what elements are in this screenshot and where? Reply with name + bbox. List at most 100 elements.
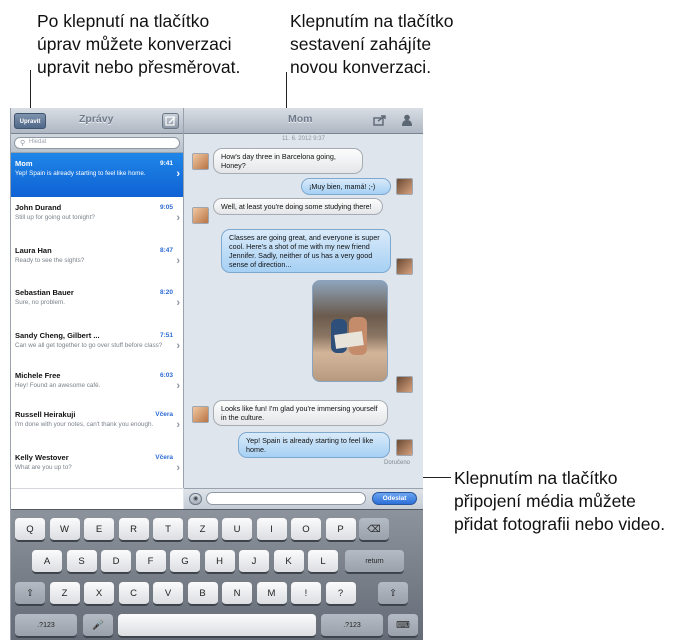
message-bubble: Well, at least you're doing some studyin…: [213, 198, 383, 215]
conversation-list-item[interactable]: Michele Free 6:03 Hey! Found an awesome ca…: [11, 365, 183, 405]
key-v[interactable]: V: [153, 582, 183, 605]
key-l[interactable]: L: [308, 550, 338, 573]
share-icon[interactable]: [373, 114, 387, 126]
key-e[interactable]: E: [84, 518, 114, 541]
compose-bar: ◉ Odeslat: [184, 488, 423, 509]
conversation-list-item[interactable]: Sandy Cheng, Gilbert ... 7:51 Can we all g…: [11, 325, 183, 366]
shift-key-right[interactable]: ⇧: [378, 582, 408, 605]
message-input[interactable]: [206, 492, 366, 505]
conversation-name: Michele Free: [15, 371, 61, 380]
key-o[interactable]: O: [291, 518, 321, 541]
conversation-preview: Yep! Spain is already starting to feel l…: [15, 170, 146, 177]
search-input[interactable]: ⚲ Hledat: [14, 137, 180, 149]
conversation-name: Sebastian Bauer: [15, 288, 74, 297]
chevron-right-icon: ›: [176, 212, 180, 224]
conversation-time: 6:03: [159, 372, 173, 379]
message-bubble: How's day three in Barcelona going, Hone…: [213, 148, 363, 174]
chevron-right-icon: ›: [176, 297, 180, 309]
numbers-key-left[interactable]: .?123: [15, 614, 77, 637]
key-r[interactable]: R: [118, 518, 149, 541]
conversation-preview: What are you up to?: [15, 464, 72, 471]
avatar-me: [396, 258, 413, 275]
key-b[interactable]: B: [187, 582, 218, 605]
delivered-status: Doručeno: [384, 460, 411, 466]
conversation-preview: I'm done with your notes, can't thank yo…: [15, 421, 154, 428]
conversation-list-item[interactable]: Sebastian Bauer 8:20 Sure, no problem. ›: [11, 282, 183, 326]
conversation-list-item[interactable]: Kelly Westover Včera What are you up to? ›: [11, 447, 183, 487]
edit-callout: Po klepnutí na tlačítko úprav můžete kon…: [37, 11, 241, 77]
conversation-preview: Still up for going out tonight?: [15, 214, 95, 221]
search-placeholder: Hledat: [29, 139, 47, 145]
key-u[interactable]: U: [222, 518, 252, 541]
conversation-time: 8:20: [159, 289, 173, 296]
chevron-right-icon: ›: [176, 340, 180, 352]
conversation-list-panel: Upravit Zprávy ⚲ Hledat Mom 9:41 Yep! Spai…: [11, 108, 184, 488]
chevron-right-icon: ›: [176, 462, 180, 474]
list-title: Zprávy: [79, 113, 114, 125]
conversation-time: 9:05: [159, 204, 173, 211]
key-i[interactable]: I: [256, 518, 287, 541]
contact-icon[interactable]: [401, 114, 413, 126]
key-m[interactable]: M: [256, 582, 287, 605]
conversation-name: Sandy Cheng, Gilbert ...: [15, 331, 100, 340]
avatar-mom: [192, 406, 209, 423]
conversation-time: 7:51: [159, 332, 173, 339]
conversation-name: Mom: [15, 159, 33, 168]
key-question[interactable]: ?: [325, 582, 356, 605]
key-s[interactable]: S: [66, 550, 97, 573]
camera-icon: ◉: [193, 496, 199, 502]
conversation-preview: Sure, no problem.: [15, 299, 66, 306]
key-k[interactable]: K: [273, 550, 304, 573]
conversation-list-item[interactable]: Russell Heirakuji Včera I'm done with your…: [11, 404, 183, 448]
conversation-preview: Can we all get together to go over stuff…: [15, 342, 163, 349]
edit-button[interactable]: Upravit: [14, 113, 46, 129]
key-z[interactable]: Z: [49, 582, 80, 605]
send-button[interactable]: Odeslat: [372, 492, 417, 505]
search-bar: ⚲ Hledat: [11, 134, 183, 153]
conversation-time: 9:41: [159, 160, 173, 167]
key-d[interactable]: D: [101, 550, 131, 573]
key-w[interactable]: W: [49, 518, 80, 541]
key-exclamation[interactable]: !: [291, 582, 321, 605]
key-h[interactable]: H: [204, 550, 235, 573]
hide-keyboard-key[interactable]: ⌨: [388, 614, 418, 637]
message-bubble: Classes are going great, and everyone is…: [221, 229, 391, 273]
conversation-list-item[interactable]: Mom 9:41 Yep! Spain is already starting to…: [11, 153, 183, 198]
space-key[interactable]: [118, 614, 316, 637]
conversation-preview: Ready to see the sights?: [15, 257, 85, 264]
chevron-right-icon: ›: [176, 168, 180, 180]
return-key[interactable]: return: [345, 550, 404, 573]
edit-callout-line: [30, 70, 31, 113]
key-x[interactable]: X: [84, 582, 114, 605]
key-t[interactable]: T: [153, 518, 183, 541]
backspace-key[interactable]: ⌫: [359, 518, 389, 541]
conversation-date: 11. 6. 2012 9:37: [282, 136, 325, 142]
conversation-title: Mom: [288, 113, 313, 125]
shift-key-left[interactable]: ⇧: [15, 582, 45, 605]
key-c[interactable]: C: [118, 582, 149, 605]
conversation-name: John Durand: [15, 203, 62, 212]
conversation-name: Laura Han: [15, 246, 52, 255]
key-a[interactable]: A: [32, 550, 62, 573]
avatar-me: [396, 439, 413, 456]
chevron-right-icon: ›: [176, 380, 180, 392]
key-g[interactable]: G: [170, 550, 200, 573]
attach-media-button[interactable]: ◉: [189, 493, 202, 505]
avatar-mom: [192, 207, 209, 224]
key-p[interactable]: P: [325, 518, 356, 541]
microphone-key[interactable]: 🎤: [83, 614, 113, 637]
key-j[interactable]: J: [239, 550, 269, 573]
numbers-key-right[interactable]: .?123: [321, 614, 383, 637]
message-bubble: Looks like fun! I'm glad you're immersin…: [213, 400, 388, 426]
avatar-me: [396, 376, 413, 393]
key-q[interactable]: Q: [15, 518, 45, 541]
compose-button[interactable]: [162, 113, 179, 129]
conversation-list-item[interactable]: John Durand 9:05 Still up for going out to…: [11, 197, 183, 241]
conversation-list-item[interactable]: Laura Han 8:47 Ready to see the sights? ›: [11, 240, 183, 283]
message-photo[interactable]: [312, 280, 388, 382]
key-f[interactable]: F: [135, 550, 166, 573]
key-n[interactable]: N: [222, 582, 252, 605]
message-bubble: ¡Muy bien, mamá! ;-): [301, 178, 391, 195]
key-z[interactable]: Z: [187, 518, 218, 541]
keyboard: Q W E R T Z U I O P ⌫ A S D F G H J K Lreturn ⇧ Z X C V B N M!? ⇧ .?1…: [11, 509, 423, 640]
